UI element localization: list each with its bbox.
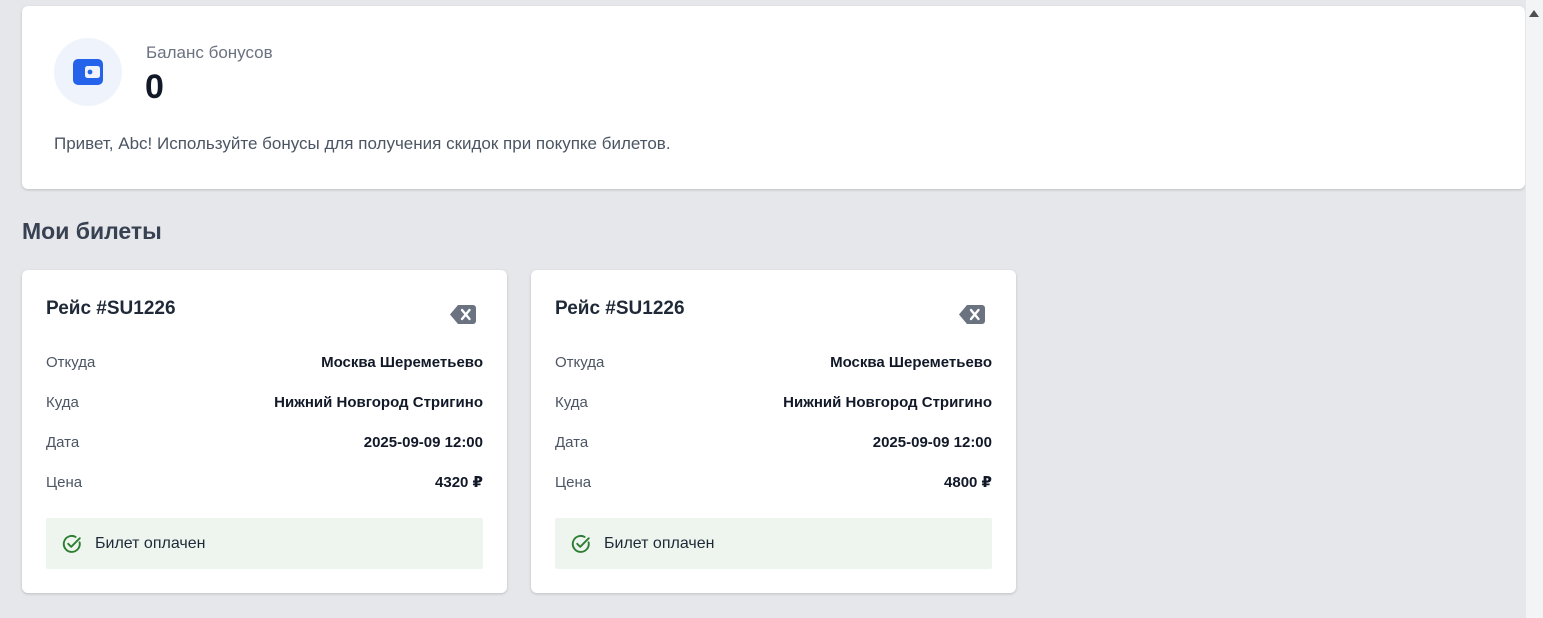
scroll-up-arrow-icon[interactable] <box>1528 8 1540 18</box>
price-label: Цена <box>555 473 592 491</box>
bonus-balance-card: Баланс бонусов 0 Привет, Abc! Используйт… <box>22 6 1525 189</box>
ticket-price-row: Цена 4800 ₽ <box>555 471 992 493</box>
balance-label: Баланс бонусов <box>146 43 273 62</box>
check-circle-icon <box>571 534 590 553</box>
ticket-to-row: Куда Нижний Новгород Стригино <box>46 391 483 413</box>
to-label: Куда <box>46 393 79 411</box>
price-value: 4800 ₽ <box>944 474 992 491</box>
backspace-delete-icon <box>959 304 985 324</box>
from-value: Москва Шереметьево <box>830 353 992 371</box>
balance-description: Привет, Abc! Используйте бонусы для полу… <box>54 134 671 153</box>
balance-value: 0 <box>145 68 164 106</box>
delete-ticket-button[interactable] <box>449 303 477 325</box>
from-value: Москва Шереметьево <box>321 353 483 371</box>
flight-title: Рейс #SU1226 <box>46 298 176 319</box>
ticket-date-row: Дата 2025-09-09 12:00 <box>555 431 992 453</box>
delete-ticket-button[interactable] <box>958 303 986 325</box>
backspace-delete-icon <box>450 304 476 324</box>
ticket-price-row: Цена 4320 ₽ <box>46 471 483 493</box>
ticket-card: Рейс #SU1226 Откуда Москва Шереметьево К… <box>531 270 1016 593</box>
wallet-icon-badge <box>54 38 122 106</box>
to-value: Нижний Новгород Стригино <box>274 393 483 411</box>
to-value: Нижний Новгород Стригино <box>783 393 992 411</box>
ticket-from-row: Откуда Москва Шереметьево <box>46 351 483 373</box>
date-label: Дата <box>555 433 589 451</box>
price-label: Цена <box>46 473 83 491</box>
date-label: Дата <box>46 433 80 451</box>
ticket-from-row: Откуда Москва Шереметьево <box>555 351 992 373</box>
paid-status-text: Билет оплачен <box>95 534 206 552</box>
price-value: 4320 ₽ <box>435 474 483 491</box>
ticket-paid-status: Билет оплачен <box>46 518 483 569</box>
main-content: Баланс бонусов 0 Привет, Abc! Используйт… <box>0 0 1525 618</box>
wallet-icon <box>73 59 103 85</box>
ticket-paid-status: Билет оплачен <box>555 518 992 569</box>
paid-status-text: Билет оплачен <box>604 534 715 552</box>
vertical-scrollbar[interactable] <box>1525 0 1543 618</box>
ticket-to-row: Куда Нижний Новгород Стригино <box>555 391 992 413</box>
to-label: Куда <box>555 393 588 411</box>
ticket-date-row: Дата 2025-09-09 12:00 <box>46 431 483 453</box>
from-label: Откуда <box>46 353 96 371</box>
flight-title: Рейс #SU1226 <box>555 298 685 319</box>
my-tickets-heading: Мои билеты <box>22 218 162 244</box>
from-label: Откуда <box>555 353 605 371</box>
date-value: 2025-09-09 12:00 <box>872 433 992 451</box>
ticket-card: Рейс #SU1226 Откуда Москва Шереметьево К… <box>22 270 507 593</box>
check-circle-icon <box>62 534 81 553</box>
date-value: 2025-09-09 12:00 <box>363 433 483 451</box>
